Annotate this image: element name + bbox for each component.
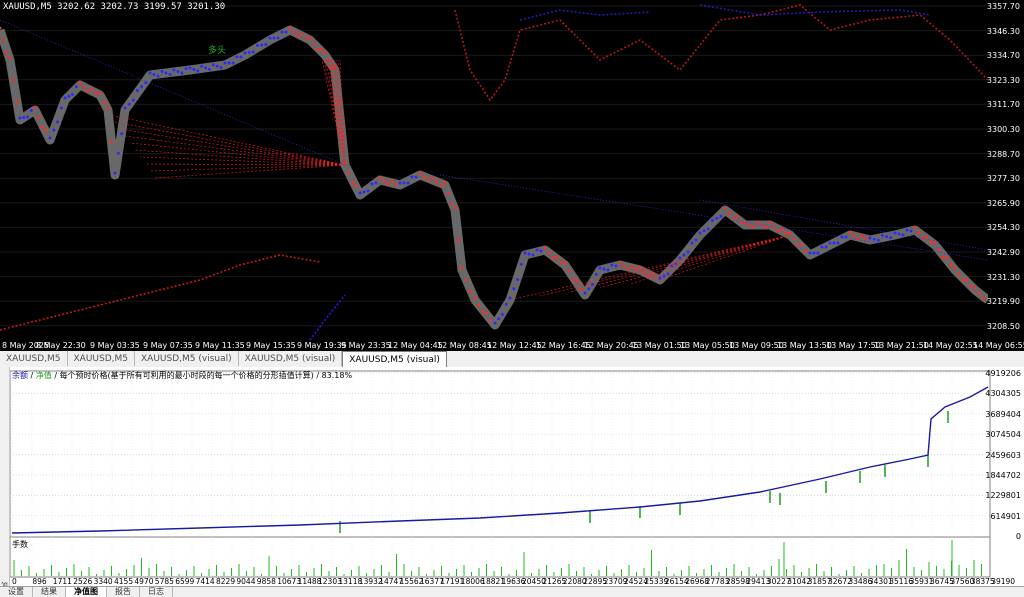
time-tick-label: 13 May 09:50	[729, 341, 784, 350]
chart-tab[interactable]: XAUUSD,M5	[0, 351, 68, 366]
time-tick-label: 14 May 06:55	[973, 341, 1024, 350]
equity-tick-label: 2459603	[985, 450, 1021, 460]
legend-equity: 净值	[35, 371, 52, 380]
time-tick-label: 12 May 12:45	[487, 341, 542, 350]
time-tick-label: 13 May 17:50	[826, 341, 881, 350]
equity-graph-canvas	[9, 370, 991, 578]
price-tick-label: 3219.90	[986, 297, 1020, 307]
price-tick-label: 3288.70	[986, 149, 1020, 159]
deal-tick-label: 8229	[216, 577, 236, 586]
price-tick-label: 3242.90	[986, 248, 1020, 257]
time-tick-label: 12 May 20:45	[584, 341, 639, 350]
time-tick-label: 12 May 16:45	[536, 341, 591, 350]
price-tick-label: 3300.30	[986, 125, 1020, 134]
chart-tab[interactable]: XAUUSD,M5 (visual)	[135, 351, 239, 366]
deal-tick-label: 3340	[93, 577, 113, 586]
time-tick-label: 13 May 13:50	[777, 341, 832, 350]
equity-tick-label: 4919206	[985, 369, 1021, 378]
legend-description: 每个预时价格(基于所有可利用的最小时段的每一个价格的分形插值计算) / 83.1…	[59, 371, 353, 380]
chart-annotation: 多头	[208, 46, 227, 56]
deal-tick-label: 896	[32, 577, 47, 586]
time-tick-label: 14 May 02:55	[923, 341, 978, 350]
deal-tick-label: 2526	[73, 577, 93, 586]
time-tick-label: 9 May 11:35	[195, 341, 245, 350]
deal-tick-label: 9858	[256, 577, 276, 586]
legend-separator: /	[28, 371, 36, 380]
deal-tick-label: 4970	[134, 577, 154, 586]
time-tick-label: 13 May 05:50	[680, 341, 735, 350]
equity-tick-label: 3689404	[985, 409, 1021, 419]
price-chart[interactable]: XAUUSD,M5 3202.62 3202.73 3199.57 3201.3…	[0, 0, 1024, 351]
tester-tabs: 设置 结果 净值图 报告 日志	[0, 586, 1024, 597]
time-tick-label: 12 May 08:45	[437, 341, 492, 350]
time-tick-label: 9 May 07:35	[143, 341, 193, 350]
price-tick-label: 3346.30	[986, 26, 1020, 36]
time-tick-label: 9 May 03:35	[90, 341, 140, 350]
equity-legend: 余额 / 净值 / 每个预时价格(基于所有可利用的最小时段的每一个价格的分形插值…	[12, 370, 352, 381]
legend-separator: /	[51, 371, 60, 380]
deal-tick-label: 7414	[195, 577, 215, 586]
price-axis: 3357.70 3346.30 3334.70 3323.30 3311.70 3300.…	[986, 0, 1024, 351]
deal-tick-label: 6599	[175, 577, 195, 586]
equity-tick-label: 1229801	[985, 491, 1021, 501]
time-tick-label: 9 May 15:35	[246, 341, 296, 350]
equity-tick-label: 3074504	[985, 430, 1021, 440]
chart-tab[interactable]: XAUUSD,M5	[68, 351, 135, 366]
deal-tick-label: 5785	[154, 577, 174, 586]
price-tick-label: 3323.30	[986, 75, 1020, 85]
price-tick-label: 3334.70	[986, 51, 1020, 61]
deal-tick-label: 39190	[991, 577, 1016, 586]
equity-tick-label: 614901	[990, 511, 1021, 521]
deal-tick-label: 4155	[114, 577, 134, 586]
deal-tick-label: 9044	[236, 577, 256, 586]
equity-tick-label: 1844702	[985, 471, 1021, 480]
equity-tick-label: 0	[1015, 532, 1021, 542]
time-tick-label: 8 May 22:30	[36, 341, 86, 350]
price-tick-label: 3265.90	[986, 198, 1020, 208]
tester-side-strip: 测试	[0, 367, 10, 596]
time-tick-label: 12 May 04:45	[388, 341, 443, 350]
time-tick-label: 13 May 01:50	[632, 341, 687, 350]
symbol-label: XAUUSD,M5 3202.62 3202.73 3199.57 3201.3…	[3, 2, 226, 12]
price-chart-canvas	[0, 4, 988, 341]
chart-tabs: XAUUSD,M5 XAUUSD,M5 XAUUSD,M5 (visual) XAUU…	[0, 351, 1024, 368]
deal-tick-label: 0	[12, 577, 17, 586]
chart-tab[interactable]: XAUUSD,M5 (visual)	[239, 351, 343, 366]
price-tick-label: 3357.70	[986, 2, 1020, 11]
price-tick-label: 3231.30	[986, 272, 1020, 282]
volume-label: 手数	[12, 540, 28, 549]
time-tick-label: 13 May 21:50	[874, 341, 929, 350]
legend-balance: 余额	[12, 371, 28, 380]
price-tick-label: 3311.70	[986, 100, 1020, 110]
time-tick-label: 9 May 19:35	[297, 341, 347, 350]
time-tick-label: 9 May 23:35	[341, 341, 391, 350]
deal-tick-label: 1711	[52, 577, 72, 586]
equity-tick-label: 4304305	[985, 389, 1021, 399]
chart-tab[interactable]: XAUUSD,M5 (visual)	[342, 351, 447, 367]
price-tick-label: 3208.50	[986, 321, 1020, 331]
price-tick-label: 3277.30	[986, 174, 1020, 184]
price-tick-label: 3254.30	[986, 223, 1020, 233]
